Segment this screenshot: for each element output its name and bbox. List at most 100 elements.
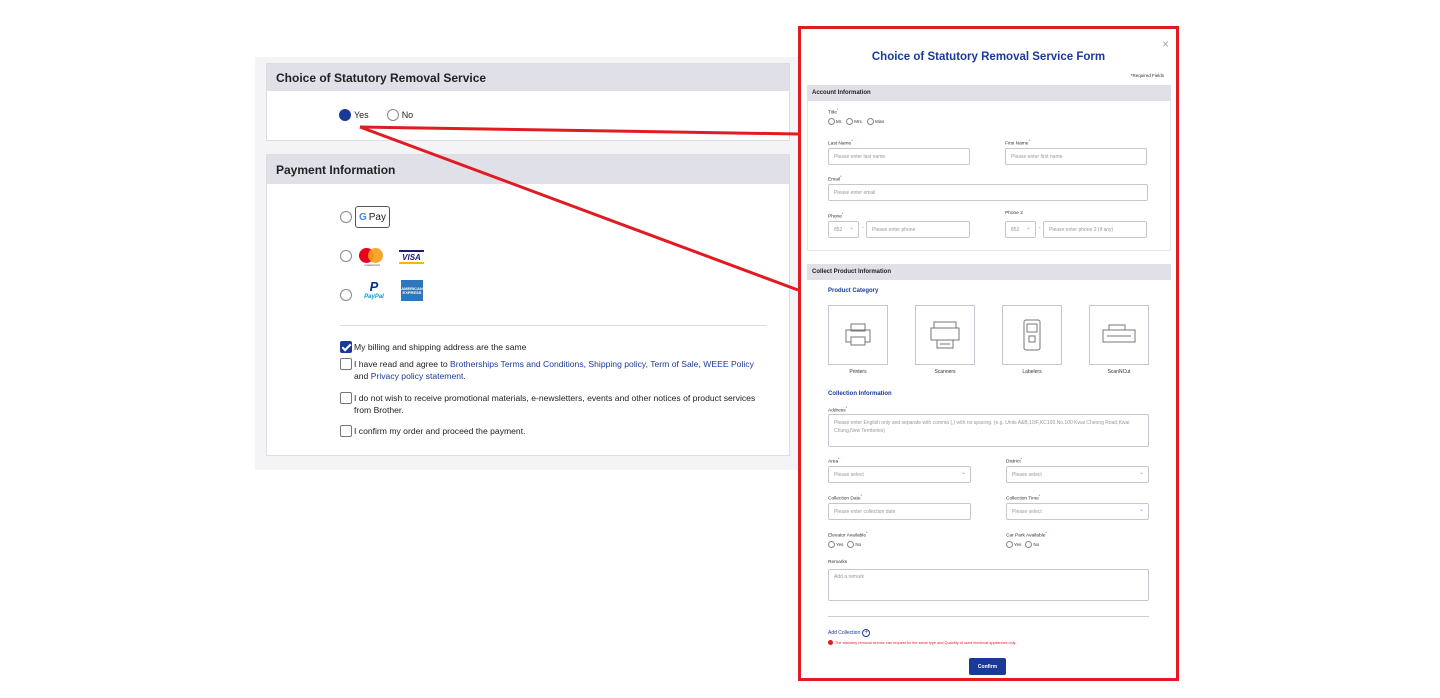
category-scanners-label: Scanners [934,369,956,375]
payment-heading: Payment Information [267,155,789,184]
phone2-dash: - [1039,226,1041,231]
billing-same-label: My billing and shipping address are the … [354,342,527,352]
modal-title: Choice of Statutory Removal Service Form [871,51,1106,63]
confirm-order-checkbox[interactable] [340,425,352,437]
category-labelers-label: Labelers [1022,369,1042,375]
remarks-input[interactable]: Add a remark [828,569,1149,601]
plus-icon: + [862,629,871,637]
terms-checkbox[interactable] [340,358,352,370]
gpay-label: Pay [368,211,386,223]
terms-link[interactable]: Brotherships Terms and Conditions [450,359,584,369]
phone-label: Phone* [828,211,844,220]
term-of-sale-link[interactable]: Term of Sale [650,359,698,369]
account-section-heading: Account Information [807,85,1171,101]
radio-yes[interactable] [339,109,351,121]
paypal-p: P [369,279,379,294]
category-scanners[interactable] [915,305,975,365]
category-scanncut[interactable] [1089,305,1149,365]
address-label: Address* [828,405,848,414]
radio-card[interactable] [340,250,352,262]
collect-section-heading: Collect Product Information [807,264,1171,280]
shipping-policy-link[interactable]: Shipping policy, [588,359,648,369]
title-mrs-radio[interactable] [846,118,854,125]
category-printers[interactable] [828,305,888,365]
gpay-logo: G Pay [355,206,390,228]
remarks-label: Remarks [828,560,848,565]
title-mr-radio[interactable] [828,118,835,125]
phone2-code-select[interactable]: 852 [1005,221,1036,238]
phone-dash: - [862,226,864,231]
collection-date-label: Collection Date* [828,493,863,502]
radio-paypal-amex[interactable] [340,289,352,301]
elevator-yes-radio[interactable] [828,541,835,548]
labeler-icon [1023,319,1041,351]
elevator-label: Elevator Available* [828,530,868,539]
mastercard-label: mastercard [364,263,380,267]
add-collection-button[interactable]: Add Collection + [828,629,871,637]
divider [828,616,1149,617]
promo-optout-label: I do not wish to receive promotional mat… [354,393,756,415]
privacy-policy-link[interactable]: Privacy policy statement [371,371,464,381]
statutory-card: Choice of Statutory Removal Service [266,63,790,141]
carpark-options: Yes No [1006,541,1043,548]
statutory-options: Yes No [339,109,431,121]
removal-service-modal: Choice of Statutory Removal Service Form… [798,26,1179,681]
weee-policy-link[interactable]: WEEE Policy [703,359,754,369]
district-select[interactable]: Please select [1006,466,1149,483]
carpark-label: Car Park Available* [1006,530,1047,539]
elevator-options: Yes No [828,541,865,548]
amex-icon: AMERICAN EXPRESS [401,280,423,301]
title-options: Mr. Mrs. Miss [828,118,888,125]
screenshot-stage: Choice of Statutory Removal Service Yes … [0,0,1440,698]
phone2-label: Phone 2 [1005,211,1023,216]
first-name-input[interactable]: Please enter first name [1005,148,1147,165]
title-label: Title* [828,107,839,116]
phone-input[interactable]: Please enter phone [866,221,970,238]
divider [340,325,767,326]
carpark-yes-radio[interactable] [1006,541,1013,548]
billing-same-checkbox[interactable] [340,341,352,353]
email-input[interactable]: Please enter email [828,184,1148,201]
confirm-order-label: I confirm my order and proceed the payme… [354,426,526,436]
scanncut-icon [1102,324,1136,343]
radio-yes-label: Yes [354,110,369,120]
area-select[interactable]: Please select [828,466,971,483]
carpark-no-radio[interactable] [1025,541,1033,548]
required-fields-note: *Required Fields [1130,73,1164,78]
category-labelers[interactable] [1002,305,1062,365]
last-name-label: Last Name* [828,138,853,147]
title-miss-radio[interactable] [867,118,874,125]
collection-time-label: Collection Time* [1006,493,1041,502]
radio-no[interactable] [386,109,399,121]
promo-optout-checkbox[interactable] [340,392,352,404]
elevator-no-radio[interactable] [847,541,855,548]
radio-gpay[interactable] [340,211,352,223]
category-scanncut-label: ScanNCut [1107,369,1131,375]
warning-note: The statutory removal service can reques… [828,640,1016,645]
scanner-icon [930,321,960,349]
last-name-input[interactable]: Please enter last name [828,148,970,165]
close-icon[interactable]: × [1162,37,1169,51]
phone-code-select[interactable]: 852 [828,221,859,238]
paypal-label: PayPal [364,294,384,300]
collection-date-input[interactable]: Please enter collection date [828,503,971,520]
terms-label: I have read and agree to Brotherships Te… [354,359,754,381]
first-name-label: First Name* [1005,138,1031,147]
collection-time-select[interactable]: Please select [1006,503,1149,520]
phone2-input[interactable]: Please enter phone 2 (if any) [1043,221,1147,238]
collection-info-title: Collection Information [828,391,892,397]
category-printers-label: Printers [849,369,867,375]
area-label: Area* [828,456,840,465]
paypal-icon: P PayPal [362,280,386,304]
printer-icon [845,323,871,346]
product-category-title: Product Category [828,288,879,294]
confirm-button[interactable]: Confirm [969,658,1006,675]
statutory-heading: Choice of Statutory Removal Service [267,64,789,91]
mastercard-icon: mastercard [359,248,385,267]
warning-icon [828,640,833,645]
google-g-icon: G [358,211,367,223]
address-input[interactable]: Please enter English only and separate w… [828,414,1149,447]
email-label: Email* [828,174,842,183]
radio-no-label: No [401,110,414,120]
visa-icon: VISA [399,250,424,264]
